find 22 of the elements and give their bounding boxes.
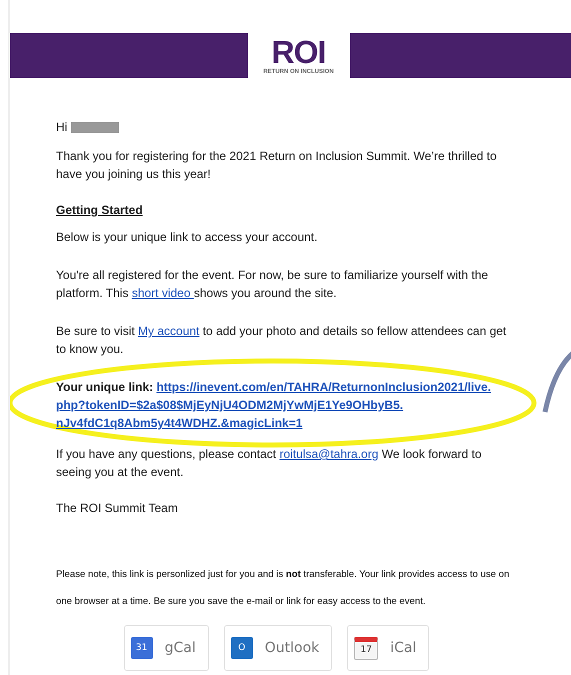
calendar-button[interactable]: 31 gCal	[124, 625, 209, 671]
greeting: Hi	[56, 119, 68, 136]
paragraph: If you have any questions, please contact roitulsa@tahra.org We look forward to seeing you at the event.	[56, 446, 483, 481]
calendar-button[interactable]: O Outlook	[224, 625, 332, 671]
signature: The ROI Summit Team	[56, 500, 179, 517]
link[interactable]: short video	[132, 286, 194, 300]
paragraph: Be sure to visit My account to add your photo and details so fellow attendees can get to know you.	[56, 323, 508, 358]
link-label: Your unique link:	[56, 380, 154, 394]
calendar-icon: 31	[130, 637, 153, 659]
paragraph: You're all registered for the event. For now, be sure to familiarize yourself with the platform. This short video shows you around the site.	[56, 267, 490, 302]
unique-link[interactable]: nJv4fdC1q8Abm5y4t4WDHZ.&magicLink=1	[56, 416, 302, 430]
notice-text: Please note, this link is personlized just for you and is not transferable. Your link provides access to use on one browser at a time. Be sure you save the e-mail or link for easy access to the event.	[56, 568, 510, 609]
unique-link[interactable]: php?tokenID=$2a$08$MjEyNjU4ODM2MjYwMjE1Ye9OHbyB5.	[56, 398, 404, 412]
paragraph: Below is your unique link to access your account.	[56, 229, 318, 246]
calendar-button[interactable]: 17 iCal	[347, 625, 430, 671]
section-heading: Getting Started	[56, 202, 144, 219]
link[interactable]: roitulsa@tahra.org	[279, 447, 378, 461]
unique-link[interactable]: https://inevent.com/en/TAHRA/ReturnonInclusion2021/live.	[156, 380, 491, 394]
link[interactable]: My account	[138, 324, 200, 338]
paragraph: Thank you for registering for the 2021 Return on Inclusion Summit. We’re thrilled to have you joining us this year!	[56, 148, 498, 183]
calendar-icon: 17	[354, 636, 378, 660]
envelope-icon: O	[230, 637, 253, 659]
